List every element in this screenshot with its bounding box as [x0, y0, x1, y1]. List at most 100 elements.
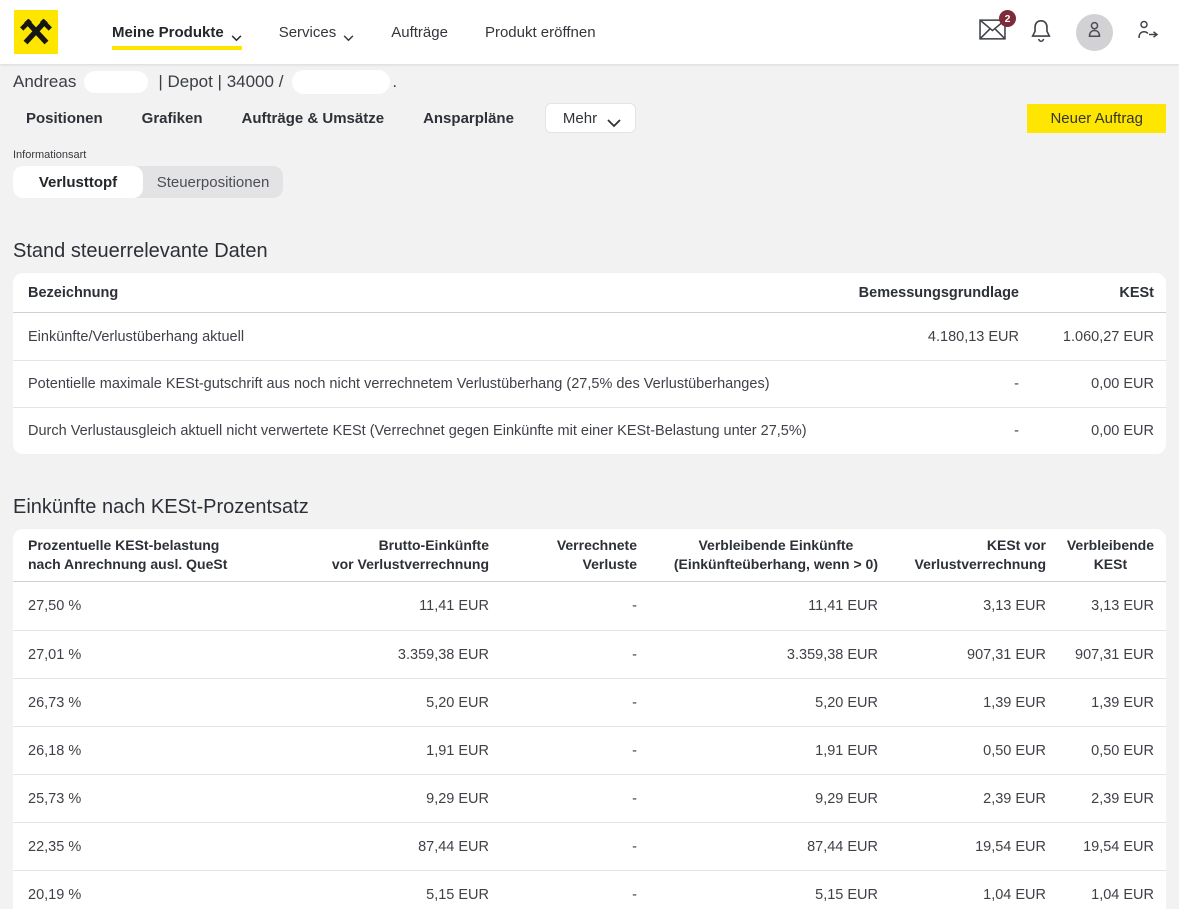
- gross-income: 5,20 EUR: [319, 695, 489, 711]
- tab-ansparplaene[interactable]: Ansparpläne: [423, 110, 514, 127]
- logout-button[interactable]: [1135, 18, 1161, 47]
- gross-income: 9,29 EUR: [319, 791, 489, 807]
- kest-remaining: 2,39 EUR: [1046, 791, 1154, 807]
- table-header-row: Prozentuelle KESt-belastung nach Anrechn…: [13, 529, 1166, 582]
- kest-remaining: 907,31 EUR: [1046, 647, 1154, 663]
- more-tabs-button[interactable]: Mehr: [545, 103, 636, 133]
- logout-icon: [1135, 18, 1161, 47]
- col-verrechnete-verluste: Verrechnete Verluste: [489, 536, 637, 574]
- table-row: 22,35 % 87,44 EUR - 87,44 EUR 19,54 EUR …: [13, 822, 1166, 870]
- col-bezeichnung: Bezeichnung: [28, 285, 844, 301]
- new-order-button[interactable]: Neuer Auftrag: [1027, 104, 1166, 133]
- nav-label: Services: [279, 24, 337, 41]
- nav-label: Aufträge: [391, 24, 448, 41]
- offset-losses: -: [489, 791, 637, 807]
- unread-count-badge: 2: [999, 10, 1016, 27]
- remaining-income: 1,91 EUR: [637, 743, 878, 759]
- tab-positionen[interactable]: Positionen: [26, 110, 103, 127]
- offset-losses: -: [489, 887, 637, 903]
- nav-services[interactable]: Services: [279, 24, 355, 41]
- informationsart-toggle: Verlusttopf Steuerpositionen: [13, 166, 283, 198]
- offset-losses: -: [489, 743, 637, 759]
- nav-label: Meine Produkte: [112, 24, 224, 41]
- kest-remaining: 0,50 EUR: [1046, 743, 1154, 759]
- remaining-income: 87,44 EUR: [637, 839, 878, 855]
- nav-auftraege[interactable]: Aufträge: [391, 24, 448, 41]
- chevron-down-icon: [607, 115, 618, 122]
- chevron-down-icon: [231, 29, 242, 36]
- kest-remaining: 19,54 EUR: [1046, 839, 1154, 855]
- tab-grafiken[interactable]: Grafiken: [142, 110, 203, 127]
- offset-losses: -: [489, 598, 637, 614]
- raiffeisen-logo[interactable]: [14, 10, 58, 54]
- offset-losses: -: [489, 647, 637, 663]
- kest-before: 907,31 EUR: [878, 647, 1046, 663]
- kest-remaining: 1,04 EUR: [1046, 887, 1154, 903]
- income-by-rate-table: Prozentuelle KESt-belastung nach Anrechn…: [13, 529, 1166, 909]
- kest-before: 2,39 EUR: [878, 791, 1046, 807]
- row-label: Einkünfte/Verlustüberhang aktuell: [28, 329, 844, 345]
- kest-before: 19,54 EUR: [878, 839, 1046, 855]
- remaining-income: 5,15 EUR: [637, 887, 878, 903]
- customer-name: Andreas: [13, 72, 76, 92]
- col-verbleibende-einkuenfte: Verbleibende Einkünfte (Einkünfteüberhan…: [637, 536, 878, 574]
- kest-rate: 27,50 %: [28, 598, 319, 614]
- redacted-account-number: [292, 70, 390, 94]
- gable-cross-icon: [20, 14, 52, 51]
- offset-losses: -: [489, 839, 637, 855]
- row-kest: 0,00 EUR: [1019, 376, 1154, 392]
- gross-income: 5,15 EUR: [319, 887, 489, 903]
- toggle-verlusttopf[interactable]: Verlusttopf: [13, 166, 143, 198]
- person-icon: [1083, 18, 1106, 46]
- more-label: Mehr: [563, 110, 597, 127]
- kest-rate: 26,73 %: [28, 695, 319, 711]
- tax-summary-table: Bezeichnung Bemessungsgrundlage KESt Ein…: [13, 273, 1166, 454]
- gross-income: 1,91 EUR: [319, 743, 489, 759]
- table-row: 27,01 % 3.359,38 EUR - 3.359,38 EUR 907,…: [13, 630, 1166, 678]
- breadcrumb-end: .: [392, 72, 397, 92]
- chevron-down-icon: [343, 29, 354, 36]
- top-icons: 2: [979, 14, 1161, 51]
- gross-income: 11,41 EUR: [319, 598, 489, 614]
- table-row: Durch Verlustausgleich aktuell nicht ver…: [13, 407, 1166, 454]
- row-base: -: [844, 423, 1019, 439]
- breadcrumb: Andreas | Depot | 34000 / .: [0, 64, 1179, 99]
- kest-remaining: 1,39 EUR: [1046, 695, 1154, 711]
- section-title-stand-steuerrelevante-daten: Stand steuerrelevante Daten: [13, 240, 1166, 263]
- row-base: 4.180,13 EUR: [844, 329, 1019, 345]
- filter-label: Informationsart: [13, 149, 1179, 161]
- table-row: Einkünfte/Verlustüberhang aktuell 4.180,…: [13, 313, 1166, 360]
- profile-button[interactable]: [1076, 14, 1113, 51]
- gross-income: 87,44 EUR: [319, 839, 489, 855]
- tab-auftraege-umsaetze[interactable]: Aufträge & Umsätze: [242, 110, 385, 127]
- toggle-steuerpositionen[interactable]: Steuerpositionen: [143, 166, 283, 198]
- col-kest-vor-verlustverrechnung: KESt vor Verlustverrechnung: [878, 536, 1046, 574]
- depot-label: | Depot | 34000 /: [158, 72, 283, 92]
- depot-tabs: Positionen Grafiken Aufträge & Umsätze A…: [13, 103, 1166, 133]
- gross-income: 3.359,38 EUR: [319, 647, 489, 663]
- kest-before: 1,39 EUR: [878, 695, 1046, 711]
- top-bar: Meine Produkte Services Aufträge Produkt…: [0, 0, 1179, 64]
- offset-losses: -: [489, 695, 637, 711]
- remaining-income: 3.359,38 EUR: [637, 647, 878, 663]
- messages-button[interactable]: 2: [979, 19, 1006, 45]
- nav-label: Produkt eröffnen: [485, 24, 596, 41]
- remaining-income: 9,29 EUR: [637, 791, 878, 807]
- notifications-button[interactable]: [1028, 17, 1054, 48]
- table-row: 26,73 % 5,20 EUR - 5,20 EUR 1,39 EUR 1,3…: [13, 678, 1166, 726]
- remaining-income: 5,20 EUR: [637, 695, 878, 711]
- kest-before: 1,04 EUR: [878, 887, 1046, 903]
- kest-rate: 25,73 %: [28, 791, 319, 807]
- kest-remaining: 3,13 EUR: [1046, 598, 1154, 614]
- table-row: Potentielle maximale KESt-gutschrift aus…: [13, 360, 1166, 407]
- row-label: Durch Verlustausgleich aktuell nicht ver…: [28, 423, 844, 439]
- row-kest: 1.060,27 EUR: [1019, 329, 1154, 345]
- table-row: 27,50 % 11,41 EUR - 11,41 EUR 3,13 EUR 3…: [13, 582, 1166, 630]
- table-row: 25,73 % 9,29 EUR - 9,29 EUR 2,39 EUR 2,3…: [13, 774, 1166, 822]
- kest-before: 3,13 EUR: [878, 598, 1046, 614]
- remaining-income: 11,41 EUR: [637, 598, 878, 614]
- nav-meine-produkte[interactable]: Meine Produkte: [112, 24, 242, 41]
- col-bemessungsgrundlage: Bemessungsgrundlage: [844, 285, 1019, 301]
- nav-produkt-eroeffnen[interactable]: Produkt eröffnen: [485, 24, 596, 41]
- main-nav: Meine Produkte Services Aufträge Produkt…: [112, 24, 596, 41]
